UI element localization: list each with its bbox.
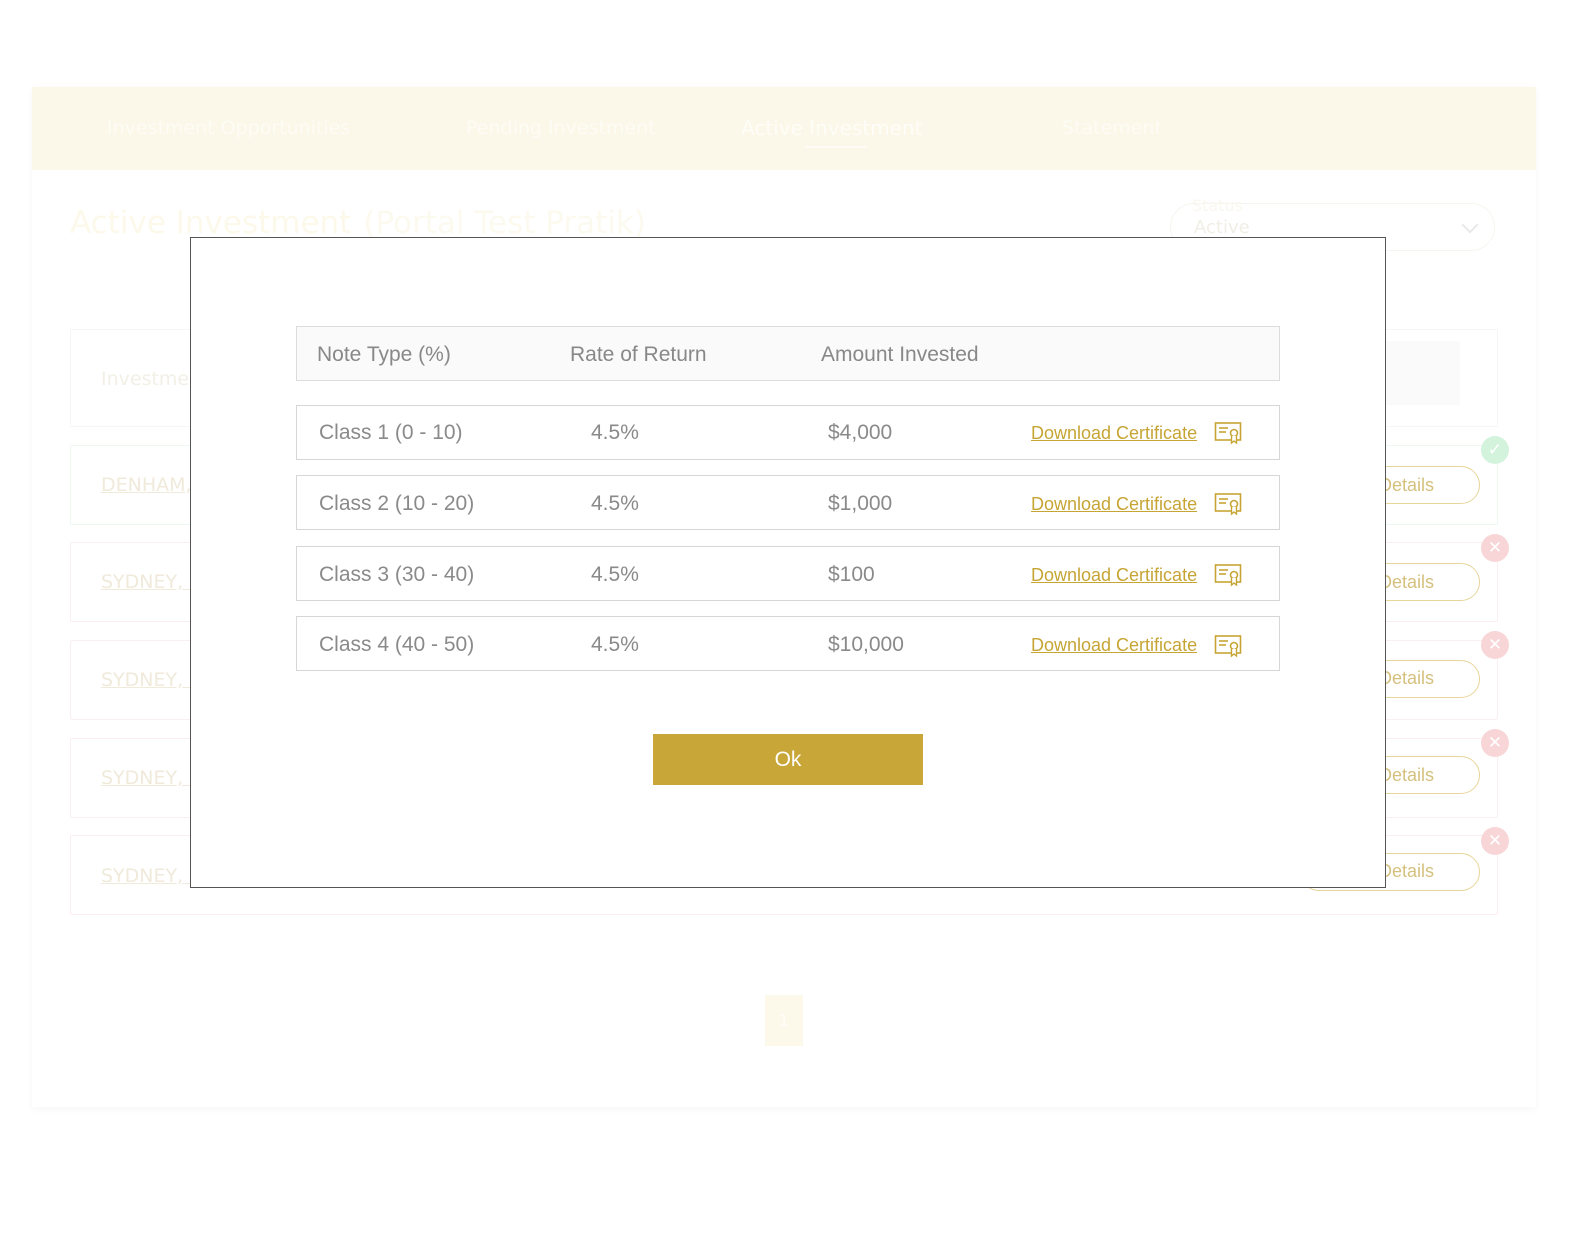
- tab-pending-investment[interactable]: Pending Investment: [466, 117, 656, 139]
- cell-rate: 4.5%: [591, 563, 639, 586]
- cell-rate: 4.5%: [591, 492, 639, 515]
- pagination-page-1[interactable]: 1: [765, 995, 803, 1046]
- cell-amount: $10,000: [828, 633, 904, 656]
- page-title: Active Investment (Portal Test Pratik): [70, 205, 646, 241]
- cell-amount: $1,000: [828, 492, 893, 515]
- tab-investment-opportunities[interactable]: Investment Opportunities: [107, 117, 350, 139]
- certificate-icon[interactable]: [1214, 492, 1242, 516]
- download-certificate-link[interactable]: Download Certificate: [1031, 565, 1197, 586]
- column-header-amount: Amount Invested: [821, 343, 979, 366]
- background-row-link[interactable]: SYDNEY, I: [101, 669, 195, 691]
- download-certificate-link[interactable]: Download Certificate: [1031, 635, 1197, 656]
- close-icon: ✕: [1481, 827, 1509, 855]
- background-row-link[interactable]: SYDNEY, I: [101, 571, 195, 593]
- certificate-icon[interactable]: [1214, 563, 1242, 587]
- tab-statement[interactable]: Statement: [1062, 117, 1162, 139]
- cell-note-type: Class 1 (0 - 10): [319, 421, 463, 444]
- details-button-label: Details: [1379, 572, 1435, 592]
- column-header-note-type: Note Type (%): [317, 343, 451, 366]
- status-select-value: Active: [1194, 217, 1250, 238]
- background-row-link[interactable]: SYDNEY, I: [101, 767, 195, 789]
- close-icon: ✕: [1481, 729, 1509, 757]
- details-button-label: Details: [1379, 765, 1435, 785]
- download-certificate-link[interactable]: Download Certificate: [1031, 423, 1197, 444]
- column-header-rate: Rate of Return: [570, 343, 707, 366]
- check-icon: ✓: [1481, 436, 1509, 464]
- page: Investment Opportunities Pending Investm…: [0, 0, 1577, 1239]
- active-tab-underline: [805, 146, 867, 148]
- background-row-link[interactable]: DENHAM,: [101, 474, 192, 496]
- details-button-label: Details: [1379, 475, 1435, 495]
- details-button-label: Details: [1379, 861, 1435, 881]
- certificate-icon[interactable]: [1214, 634, 1242, 658]
- cell-note-type: Class 3 (30 - 40): [319, 563, 475, 586]
- cell-amount: $4,000: [828, 421, 893, 444]
- close-icon: ✕: [1481, 631, 1509, 659]
- cell-note-type: Class 4 (40 - 50): [319, 633, 475, 656]
- details-button-label: Details: [1379, 668, 1435, 688]
- cell-amount: $100: [828, 563, 875, 586]
- download-certificate-link[interactable]: Download Certificate: [1031, 494, 1197, 515]
- certificate-icon[interactable]: [1214, 421, 1242, 445]
- cell-note-type: Class 2 (10 - 20): [319, 492, 475, 515]
- background-header-label: Investme: [101, 368, 190, 390]
- status-label: Status: [1192, 196, 1243, 215]
- close-icon: ✕: [1481, 534, 1509, 562]
- cell-rate: 4.5%: [591, 421, 639, 444]
- page-subtitle: (Portal Test Pratik): [363, 205, 646, 241]
- tab-active-investment[interactable]: Active Investment: [741, 116, 923, 140]
- cell-rate: 4.5%: [591, 633, 639, 656]
- page-title-text: Active Investment: [70, 205, 352, 241]
- background-row-link[interactable]: SYDNEY, I: [101, 865, 195, 887]
- ok-button[interactable]: Ok: [653, 734, 923, 785]
